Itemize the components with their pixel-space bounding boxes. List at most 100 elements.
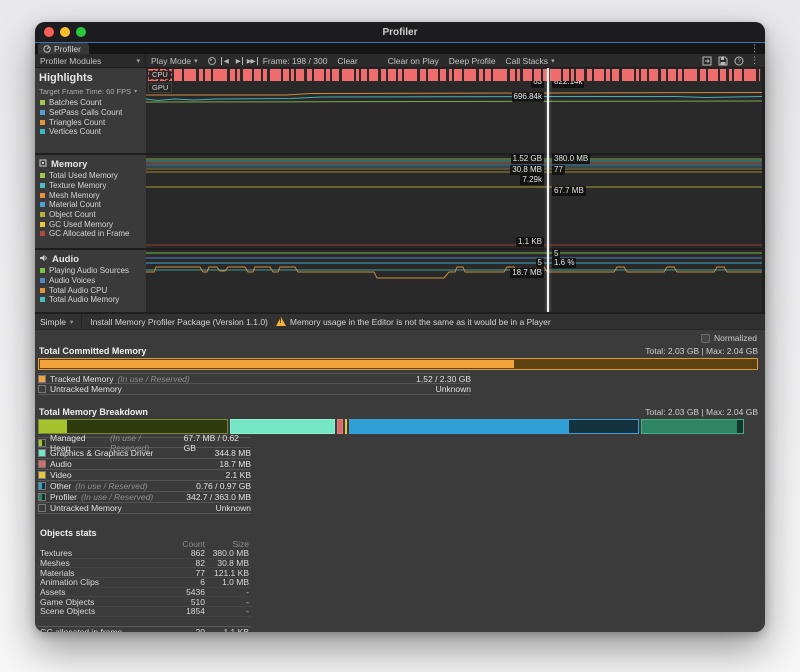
counter-label: SetPass Calls Count [49,108,122,117]
counter-label: Object Count [49,210,96,219]
module-header-audio[interactable]: Audio [35,250,146,266]
profiler-modules-label: Profiler Modules [40,56,101,66]
breakdown-segment [345,419,347,434]
counter-gc-used-memory[interactable]: GC Used Memory [35,219,146,229]
play-mode-dropdown[interactable]: Play Mode▾ [146,54,203,67]
counter-object-count[interactable]: Object Count [35,210,146,220]
committed-memory-total: Total: 2.03 GB | Max: 2.04 GB [645,346,758,356]
counter-label: GC Used Memory [49,220,113,229]
module-title: Audio [52,254,79,265]
legend-label: Tracked Memory [50,374,113,384]
frame-value-label: 380.0 MB [552,154,590,164]
load-profile-icon[interactable] [702,56,712,66]
editor-memory-warning: Memory usage in the Editor is not the sa… [276,317,551,327]
memory-breakdown-total: Total: 2.03 GB | Max: 2.04 GB [645,407,758,417]
clear-on-play-button[interactable]: Clear on Play [383,54,444,67]
module-section-audio: AudioPlaying Audio SourcesAudio VoicesTo… [35,250,146,312]
tab-profiler[interactable]: Profiler [38,43,89,54]
profiler-window: Profiler Profiler ⋮ Profiler Modules ▾ Pl… [35,22,765,632]
chevron-down-icon: ▾ [134,88,137,95]
profiler-chart-canvas[interactable]: CPU GPU 63822.14k696.84k1.52 GB380.0 MB3… [146,68,762,312]
legend-swatch [38,504,46,512]
counter-vertices-count[interactable]: Vertices Count [35,127,146,137]
record-icon[interactable] [208,57,216,65]
clear-button[interactable]: Clear [332,54,362,67]
module-header-highlights[interactable]: Highlights [35,68,146,85]
frame-value-label: 18.7 MB [510,268,544,278]
committed-memory-legend: Tracked Memory(In use / Reserved)1.52 / … [38,373,471,395]
legend-label: Graphics & Graphics Driver [50,448,153,458]
audio-module-icon [39,254,48,265]
frame-value-label: 696.84k [512,92,544,102]
chart-lines [146,68,762,312]
frame-value-label: 1.1 KB [516,237,544,247]
counter-audio-voices[interactable]: Audio Voices [35,276,146,286]
counter-mesh-memory[interactable]: Mesh Memory [35,190,146,200]
view-mode-dropdown[interactable]: Simple ▾ [35,314,82,329]
counter-gc-allocated-in-frame[interactable]: GC Allocated in Frame [35,229,146,239]
help-icon[interactable]: ? [734,56,744,66]
legend-row-other: Other(In use / Reserved)0.76 / 0.97 GB [38,481,251,492]
play-mode-label: Play Mode [151,56,191,66]
legend-value: 2.1 KB [225,470,251,480]
minimize-window-button[interactable] [60,27,70,37]
chevron-down-icon: ▾ [70,318,73,326]
gpu-chart-chip[interactable]: GPU [148,83,172,93]
counter-label: Material Count [49,200,101,209]
counter-texture-memory[interactable]: Texture Memory [35,181,146,191]
desktop-background: Profiler Profiler ⋮ Profiler Modules ▾ Pl… [0,0,800,672]
selected-frame-indicator[interactable] [547,68,549,312]
counter-total-used-memory[interactable]: Total Used Memory [35,171,146,181]
tab-options-icon[interactable]: ⋮ [744,43,765,54]
legend-note: (In use / Reserved) [117,374,189,384]
counter-material-count[interactable]: Material Count [35,200,146,210]
cpu-chart-chip[interactable]: CPU [148,70,172,80]
legend-row-managed-heap: Managed Heap(In use / Reserved)67.7 MB /… [38,437,251,448]
legend-row-tracked-memory: Tracked Memory(In use / Reserved)1.52 / … [38,373,471,384]
profiler-modules-dropdown[interactable]: Profiler Modules ▾ [35,54,146,67]
close-window-button[interactable] [44,27,54,37]
previous-frame-button[interactable]: ◀ [221,57,232,65]
counter-swatch [40,222,45,227]
more-options-icon[interactable]: ⋮ [750,55,759,66]
gc-allocated-row: GC allocated in frame201.1 KB [38,626,251,632]
frame-value-label: 822.14k [552,81,584,88]
current-frame-button[interactable]: ▶▶ [243,57,258,65]
call-stacks-dropdown[interactable]: Call Stacks▾ [501,54,560,67]
chart-zone: HighlightsTarget Frame Time: 60 FPS▾Batc… [35,68,765,312]
legend-note: (In use / Reserved) [75,481,147,491]
save-profile-icon[interactable] [718,56,728,66]
breakdown-segment [337,419,343,434]
module-sidebar: HighlightsTarget Frame Time: 60 FPS▾Batc… [35,68,146,312]
install-memory-profiler-button[interactable]: Install Memory Profiler Package (Version… [82,317,276,327]
legend-row-graphics-graphics-driver: Graphics & Graphics Driver344.8 MB [38,448,251,459]
frame-value-label: 77 [552,165,565,175]
counter-swatch [40,193,45,198]
counter-batches-count[interactable]: Batches Count [35,98,146,108]
target-frame-time-dropdown[interactable]: Target Frame Time: 60 FPS▾ [35,85,146,98]
module-header-memory[interactable]: Memory [35,155,146,171]
counter-total-audio-memory[interactable]: Total Audio Memory [35,295,146,305]
counter-total-audio-cpu[interactable]: Total Audio CPU [35,285,146,295]
counter-playing-audio-sources[interactable]: Playing Audio Sources [35,266,146,276]
legend-row-audio: Audio18.7 MB [38,459,251,470]
frame-value-label: 1.6 % [552,258,576,268]
counter-label: Vertices Count [49,127,101,136]
deep-profile-button[interactable]: Deep Profile [444,54,501,67]
legend-swatch [38,460,46,468]
view-mode-label: Simple [40,317,66,327]
zoom-window-button[interactable] [76,27,86,37]
legend-label: Profiler [50,492,77,502]
counter-label: GC Allocated in Frame [49,229,129,238]
counter-triangles-count[interactable]: Triangles Count [35,117,146,127]
normalized-checkbox[interactable] [701,334,710,343]
legend-row-video: Video2.1 KB [38,470,251,481]
memory-breakdown-bar [38,419,758,434]
chevron-down-icon: ▾ [136,57,140,65]
chevron-down-icon: ▾ [194,57,198,65]
counter-swatch [40,297,45,302]
module-section-highlights: HighlightsTarget Frame Time: 60 FPS▾Batc… [35,68,146,153]
objects-stats-table: Objects stats Count Size Textures862380.… [38,528,251,632]
counter-setpass-calls-count[interactable]: SetPass Calls Count [35,108,146,118]
next-frame-button[interactable]: ▶ [232,57,243,65]
